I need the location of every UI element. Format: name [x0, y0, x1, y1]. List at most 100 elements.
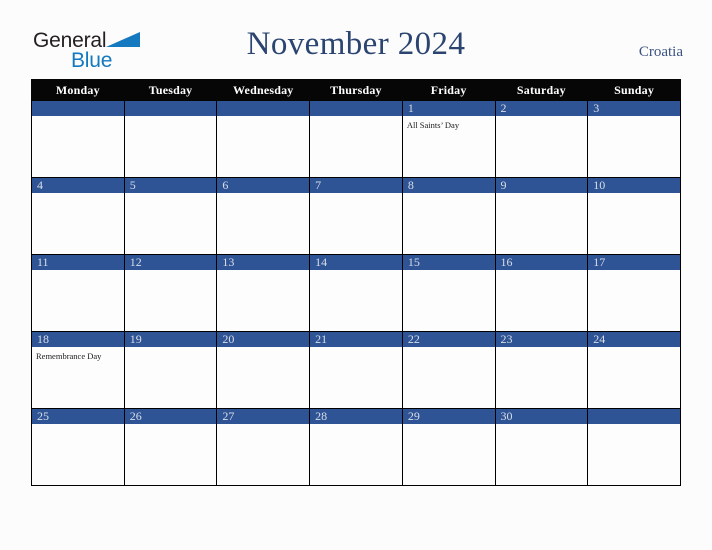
day-number — [32, 101, 124, 116]
day-cell-content: 1 All Saints’ Day — [402, 101, 495, 177]
calendar-day-cell[interactable]: 6 — [216, 177, 311, 255]
day-cell-content: 2 — [495, 101, 588, 177]
weekday-header-row: Monday Tuesday Wednesday Thursday Friday… — [31, 79, 681, 101]
day-cell-content: 24 — [588, 332, 680, 408]
calendar-day-cell[interactable]: 20 — [216, 331, 311, 409]
calendar-day-cell[interactable]: 3 — [587, 100, 681, 178]
day-number: 15 — [402, 255, 495, 270]
day-number: 13 — [217, 255, 310, 270]
calendar-day-cell[interactable]: 18 Remembrance Day — [31, 331, 125, 409]
day-cell-content: 5 — [124, 178, 217, 254]
weekday-header-thursday: Thursday — [309, 79, 403, 101]
weekday-header-monday: Monday — [31, 79, 125, 101]
calendar-day-cell[interactable]: 1 All Saints’ Day — [401, 100, 496, 178]
day-cell-content: 12 — [124, 255, 217, 331]
calendar-day-cell[interactable]: 27 — [216, 408, 311, 486]
page-header: General Blue November 2024 Croatia — [0, 0, 712, 78]
weekday-header-friday: Friday — [401, 79, 496, 101]
day-cell-content: 27 — [217, 409, 310, 485]
calendar-day-cell[interactable]: 5 — [123, 177, 218, 255]
day-cell-content: 19 — [124, 332, 217, 408]
weekday-header-wednesday: Wednesday — [216, 79, 311, 101]
day-cell-content — [588, 409, 680, 485]
day-cell-content: 17 — [588, 255, 680, 331]
calendar-day-cell[interactable]: 7 — [309, 177, 403, 255]
day-number: 20 — [217, 332, 310, 347]
day-cell-content: 25 — [32, 409, 124, 485]
calendar-week-row: 1 All Saints’ Day 2 3 — [31, 100, 681, 178]
day-number — [588, 409, 680, 424]
calendar-day-cell[interactable]: 8 — [401, 177, 496, 255]
calendar-body: 1 All Saints’ Day 2 3 4 5 6 7 8 9 10 11 12 13 14 15 16 17… — [31, 100, 681, 486]
calendar-day-cell[interactable] — [216, 100, 311, 178]
day-number: 30 — [495, 409, 588, 424]
day-number: 19 — [124, 332, 217, 347]
day-number: 12 — [124, 255, 217, 270]
weekday-header-saturday: Saturday — [494, 79, 589, 101]
day-number: 8 — [402, 178, 495, 193]
day-cell-content: 20 — [217, 332, 310, 408]
calendar-day-cell[interactable]: 4 — [31, 177, 125, 255]
calendar-day-cell[interactable]: 29 — [401, 408, 496, 486]
calendar-day-cell[interactable]: 25 — [31, 408, 125, 486]
day-number: 28 — [310, 409, 402, 424]
day-number — [124, 101, 217, 116]
calendar-day-cell[interactable]: 28 — [309, 408, 403, 486]
day-number: 24 — [588, 332, 680, 347]
calendar-week-row: 11 12 13 14 15 16 17 — [31, 254, 681, 332]
calendar-day-cell[interactable] — [587, 408, 681, 486]
day-number: 9 — [495, 178, 588, 193]
calendar-day-cell[interactable]: 30 — [494, 408, 589, 486]
calendar-week-row: 4 5 6 7 8 9 10 — [31, 177, 681, 255]
day-number: 22 — [402, 332, 495, 347]
day-number: 1 — [402, 101, 495, 116]
calendar-day-cell[interactable]: 19 — [123, 331, 218, 409]
day-number: 25 — [32, 409, 124, 424]
day-number: 27 — [217, 409, 310, 424]
day-number: 7 — [310, 178, 402, 193]
weekday-header-sunday: Sunday — [587, 79, 681, 101]
calendar-day-cell[interactable]: 10 — [587, 177, 681, 255]
day-cell-content: 15 — [402, 255, 495, 331]
day-number: 3 — [588, 101, 680, 116]
day-number — [217, 101, 310, 116]
calendar-day-cell[interactable]: 24 — [587, 331, 681, 409]
calendar-day-cell[interactable] — [309, 100, 403, 178]
day-number: 11 — [32, 255, 124, 270]
country-label: Croatia — [638, 44, 683, 60]
day-number: 23 — [495, 332, 588, 347]
day-number: 4 — [32, 178, 124, 193]
day-cell-content: 11 — [32, 255, 124, 331]
calendar-day-cell[interactable]: 17 — [587, 254, 681, 332]
day-cell-content: 9 — [495, 178, 588, 254]
day-number: 6 — [217, 178, 310, 193]
calendar-day-cell[interactable]: 21 — [309, 331, 403, 409]
day-number: 5 — [124, 178, 217, 193]
calendar-day-cell[interactable] — [31, 100, 125, 178]
calendar-day-cell[interactable]: 16 — [494, 254, 589, 332]
day-cell-content: 30 — [495, 409, 588, 485]
calendar-table: Monday Tuesday Wednesday Thursday Friday… — [31, 79, 681, 486]
calendar-week-row: 18 Remembrance Day 19 20 21 22 23 24 — [31, 331, 681, 409]
calendar-day-cell[interactable]: 9 — [494, 177, 589, 255]
calendar-day-cell[interactable]: 23 — [494, 331, 589, 409]
calendar-day-cell[interactable]: 13 — [216, 254, 311, 332]
holiday-label: All Saints’ Day — [406, 120, 460, 130]
day-number: 14 — [310, 255, 402, 270]
calendar-day-cell[interactable] — [123, 100, 218, 178]
holiday-label: Remembrance Day — [36, 351, 102, 361]
calendar-day-cell[interactable]: 14 — [309, 254, 403, 332]
day-cell-content: 21 — [310, 332, 402, 408]
day-cell-content — [124, 101, 217, 177]
day-cell-content: 7 — [310, 178, 402, 254]
day-cell-content: 18 Remembrance Day — [32, 332, 124, 408]
day-cell-content: 3 — [588, 101, 680, 177]
calendar-day-cell[interactable]: 22 — [401, 331, 496, 409]
calendar-day-cell[interactable]: 11 — [31, 254, 125, 332]
day-cell-content: 29 — [402, 409, 495, 485]
calendar-day-cell[interactable]: 15 — [401, 254, 496, 332]
calendar-day-cell[interactable]: 12 — [123, 254, 218, 332]
calendar-day-cell[interactable]: 2 — [494, 100, 589, 178]
calendar-day-cell[interactable]: 26 — [123, 408, 218, 486]
day-cell-content: 16 — [495, 255, 588, 331]
